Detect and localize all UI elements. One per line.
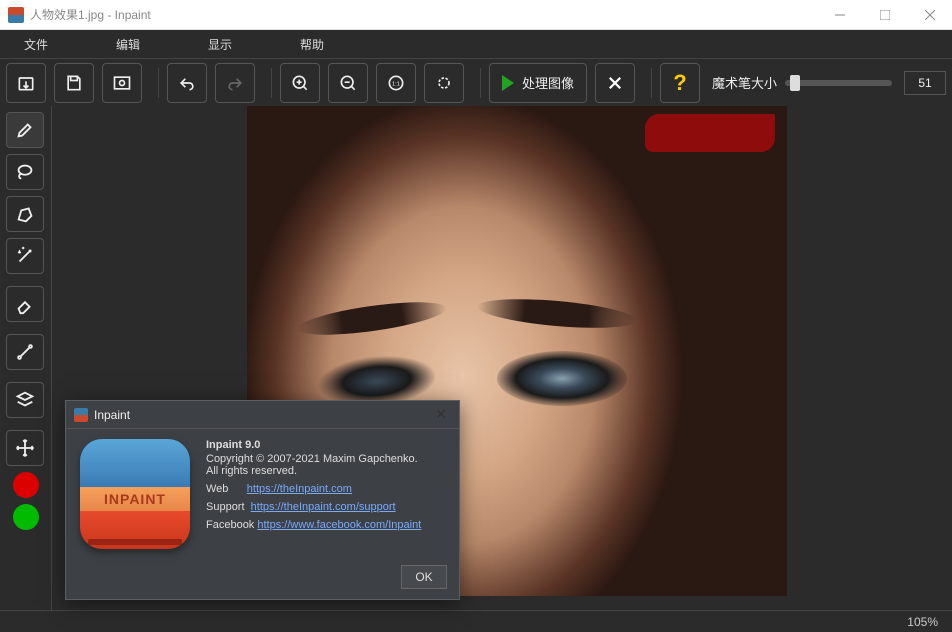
magic-wand-tool[interactable] — [6, 238, 44, 274]
about-dialog: Inpaint ✕ INPAINT Inpaint 9.0 Copyright … — [65, 400, 460, 600]
redo-button[interactable] — [215, 63, 255, 103]
about-web-link[interactable]: https://theInpaint.com — [247, 483, 352, 495]
about-logo: INPAINT — [80, 439, 190, 549]
about-close-button[interactable]: ✕ — [431, 405, 451, 425]
brush-size-slider[interactable] — [785, 80, 892, 86]
donor-green[interactable] — [13, 504, 39, 530]
svg-text:1:1: 1:1 — [392, 81, 400, 87]
about-app-icon — [74, 408, 88, 422]
zoom-out-button[interactable] — [328, 63, 368, 103]
about-copyright: Copyright © 2007-2021 Maxim Gapchenko. — [206, 453, 421, 465]
titlebar: 人物效果1.jpg - Inpaint — [0, 0, 952, 30]
eraser-tool[interactable] — [6, 286, 44, 322]
about-ok-button[interactable]: OK — [401, 565, 447, 589]
play-icon — [502, 75, 514, 91]
process-button[interactable]: 处理图像 — [489, 63, 587, 103]
toolbar: 1:1 处理图像 ? 魔术笔大小 — [0, 58, 952, 106]
about-facebook-label: Facebook — [206, 519, 254, 531]
maximize-button[interactable] — [862, 0, 907, 30]
move-tool[interactable] — [6, 430, 44, 466]
preview-button[interactable] — [102, 63, 142, 103]
save-button[interactable] — [54, 63, 94, 103]
lasso-tool[interactable] — [6, 154, 44, 190]
zoom-actual-button[interactable]: 1:1 — [376, 63, 416, 103]
menu-view[interactable]: 显示 — [198, 32, 242, 57]
polygon-tool[interactable] — [6, 196, 44, 232]
close-button[interactable] — [907, 0, 952, 30]
menu-help[interactable]: 帮助 — [290, 32, 334, 57]
help-button[interactable]: ? — [660, 63, 700, 103]
menu-file[interactable]: 文件 — [14, 32, 58, 57]
about-support-link[interactable]: https://theInpaint.com/support — [251, 501, 396, 513]
slider-thumb[interactable] — [790, 75, 800, 91]
app-icon — [8, 7, 24, 23]
about-titlebar[interactable]: Inpaint ✕ — [66, 401, 459, 429]
zoom-level: 105% — [907, 615, 938, 629]
open-button[interactable] — [6, 63, 46, 103]
zoom-fit-button[interactable] — [424, 63, 464, 103]
about-logo-text: INPAINT — [80, 487, 190, 511]
brush-size-label: 魔术笔大小 — [712, 73, 777, 92]
line-tool[interactable] — [6, 334, 44, 370]
layers-tool[interactable] — [6, 382, 44, 418]
undo-button[interactable] — [167, 63, 207, 103]
left-toolbar — [0, 106, 52, 610]
about-facebook-link[interactable]: https://www.facebook.com/Inpaint — [257, 519, 421, 531]
about-title-text: Inpaint — [94, 408, 431, 422]
donor-red[interactable] — [13, 472, 39, 498]
marker-tool[interactable] — [6, 112, 44, 148]
zoom-in-button[interactable] — [280, 63, 320, 103]
about-web-label: Web — [206, 483, 228, 495]
process-label: 处理图像 — [522, 73, 574, 92]
brush-size-value[interactable] — [904, 71, 946, 95]
statusbar: 105% — [0, 610, 952, 632]
window-title: 人物效果1.jpg - Inpaint — [30, 6, 817, 23]
menu-edit[interactable]: 编辑 — [106, 32, 150, 57]
about-product: Inpaint 9.0 — [206, 439, 421, 451]
minimize-button[interactable] — [817, 0, 862, 30]
about-support-label: Support — [206, 501, 245, 513]
menubar: 文件 编辑 显示 帮助 — [0, 30, 952, 58]
cancel-button[interactable] — [595, 63, 635, 103]
about-rights: All rights reserved. — [206, 465, 421, 477]
